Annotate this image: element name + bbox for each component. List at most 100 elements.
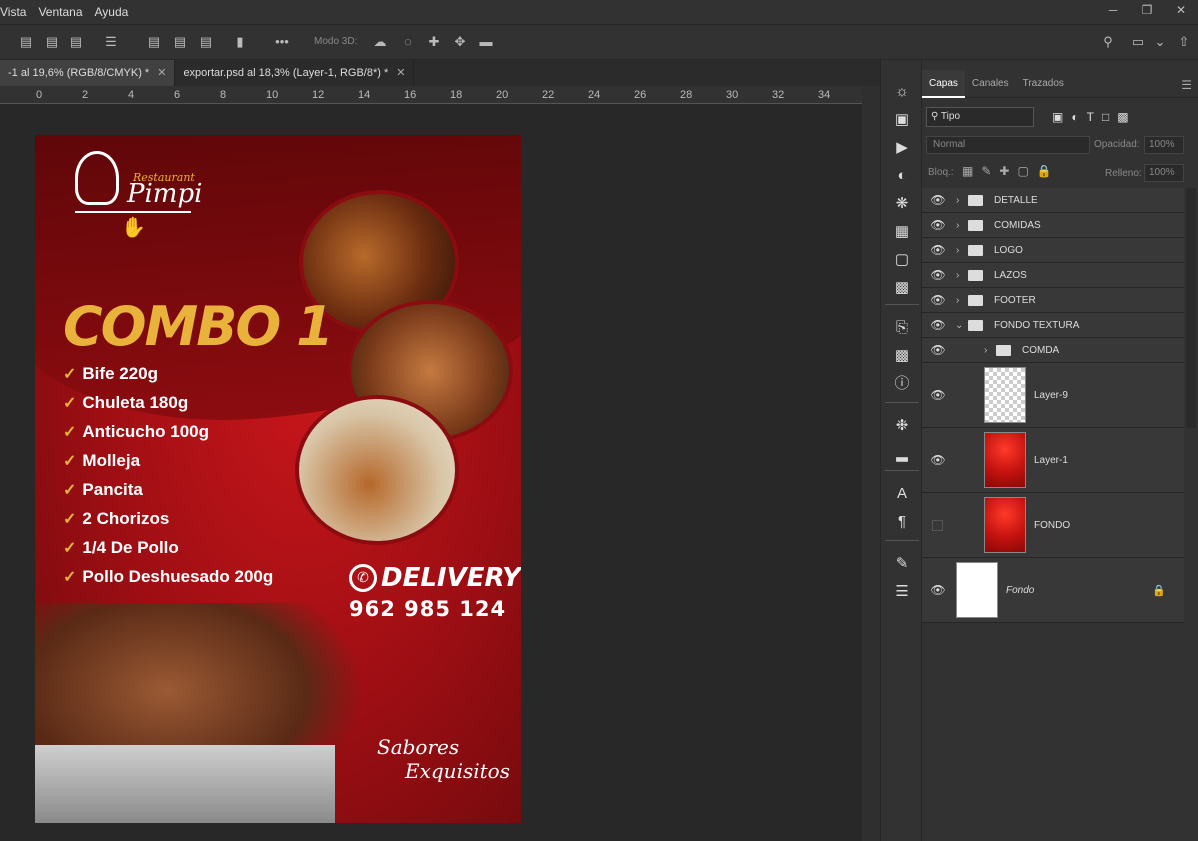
lock-artboard-icon[interactable]: ▢ (1017, 164, 1028, 178)
opacity-input[interactable]: 100% (1144, 136, 1184, 154)
adjustments-icon[interactable]: ◐ (892, 166, 912, 186)
chevron-down-icon[interactable]: ⌄ (955, 320, 963, 331)
layer-row[interactable]: 👁 › DETALLE (922, 188, 1184, 213)
layer-row[interactable]: 👁 Fondo 🔒 (922, 558, 1184, 623)
info-icon[interactable]: ⓘ (892, 374, 912, 394)
restore-icon[interactable]: ❐ (1130, 0, 1164, 20)
palette-icon[interactable]: ❋ (892, 194, 912, 214)
swatches-icon[interactable]: ▦ (892, 222, 912, 242)
search-icon[interactable]: ⚲ (1100, 34, 1116, 50)
visibility-toggle-off[interactable] (932, 519, 943, 531)
fill-input[interactable]: 100% (1144, 164, 1184, 182)
lock-pixels-icon[interactable]: ▦ (962, 164, 973, 178)
visibility-eye-icon[interactable]: 👁 (930, 268, 946, 282)
visibility-eye-icon[interactable]: 👁 (930, 243, 946, 257)
menu-vista[interactable]: Vista (0, 5, 26, 19)
image-filter-icon[interactable]: ▣ (1052, 110, 1063, 124)
align-top-icon[interactable]: ▤ (146, 34, 162, 50)
align-bottom-icon[interactable]: ▤ (198, 34, 214, 50)
tab-document-1[interactable]: -1 al 19,6% (RGB/8/CMYK) * ✕ (0, 60, 176, 86)
layer-row[interactable]: 👁 Layer-1 (922, 428, 1184, 493)
chevron-right-icon[interactable]: › (956, 220, 959, 231)
minimize-icon[interactable]: ─ (1096, 0, 1130, 20)
gradient-icon[interactable]: ▢ (892, 250, 912, 270)
brush-icon[interactable]: ✎ (892, 554, 912, 574)
layer-row[interactable]: 👁 › LOGO (922, 238, 1184, 263)
align-vcenter-icon[interactable]: ▤ (172, 34, 188, 50)
layer-row[interactable]: 👁 › COMDA (922, 338, 1184, 363)
menu-ayuda[interactable]: Ayuda (95, 5, 129, 19)
menu-ventana[interactable]: Ventana (38, 5, 82, 19)
libraries-icon[interactable]: ⎘ (892, 318, 912, 338)
visibility-eye-icon[interactable]: 👁 (930, 343, 946, 357)
character-icon[interactable]: A (892, 484, 912, 504)
share-icon[interactable]: ⇧ (1176, 34, 1192, 50)
tab-canales[interactable]: Canales (965, 70, 1016, 98)
tab-capas[interactable]: Capas (922, 70, 965, 98)
chevron-right-icon[interactable]: › (984, 345, 987, 356)
slide-3d-icon[interactable]: ✥ (452, 34, 468, 50)
horizontal-ruler[interactable]: 0 2 4 6 8 10 12 14 16 18 20 22 24 26 28 … (0, 86, 862, 104)
layer-row[interactable]: FONDO (922, 493, 1184, 558)
close-icon[interactable]: ✕ (1164, 0, 1198, 20)
pan-3d-icon[interactable]: ✚ (426, 34, 442, 50)
layer-row[interactable]: 👁 ⌄ FONDO TEXTURA (922, 313, 1184, 338)
smart-object-filter-icon[interactable]: ▩ (1117, 110, 1128, 124)
paragraph-icon[interactable]: ¶ (892, 512, 912, 532)
align-hcenter-icon[interactable]: ▤ (44, 34, 60, 50)
lightbulb-icon[interactable]: ☼ (892, 82, 912, 102)
visibility-eye-icon[interactable]: 👁 (930, 193, 946, 207)
layer-row[interactable]: 👁 › LAZOS (922, 263, 1184, 288)
camera-3d-icon[interactable]: ▬ (478, 34, 494, 50)
type-filter-icon[interactable]: T (1087, 110, 1094, 124)
chevron-right-icon[interactable]: › (956, 195, 959, 206)
patterns-icon[interactable]: ▩ (892, 278, 912, 298)
layer-thumbnail (984, 497, 1026, 553)
visibility-eye-icon[interactable]: 👁 (930, 318, 946, 332)
3d-icon[interactable]: ▩ (892, 346, 912, 366)
workspace-icon[interactable]: ▭ (1130, 34, 1146, 50)
panel-menu-icon[interactable]: ☰ (1181, 78, 1192, 92)
blend-mode-select[interactable]: Normal (926, 136, 1090, 154)
check-icon: ✓ (63, 365, 77, 383)
tab-document-2[interactable]: exportar.psd al 18,3% (Layer-1, RGB/8*) … (175, 60, 415, 86)
visibility-eye-icon[interactable]: 👁 (930, 583, 946, 597)
more-icon[interactable]: ••• (274, 34, 290, 50)
chevron-right-icon[interactable]: › (956, 245, 959, 256)
close-icon[interactable]: ✕ (396, 67, 405, 79)
play-icon[interactable]: ▶ (892, 138, 912, 158)
list-item: ✓ Chuleta 180g (63, 388, 273, 417)
visibility-eye-icon[interactable]: 👁 (930, 293, 946, 307)
panel-tabs: Capas Canales Trazados (922, 70, 1198, 98)
layer-row[interactable]: 👁 › FOOTER (922, 288, 1184, 313)
history-icon[interactable]: ▣ (892, 110, 912, 130)
align-right-icon[interactable]: ▤ (68, 34, 84, 50)
distribute-icon[interactable]: ☰ (103, 34, 119, 50)
align-left-icon[interactable]: ▤ (18, 34, 34, 50)
layer-row[interactable]: 👁 Layer-9 (922, 363, 1184, 428)
navigator-icon[interactable]: ❉ (892, 416, 912, 436)
close-icon[interactable]: ✕ (157, 67, 166, 79)
chevron-right-icon[interactable]: › (956, 295, 959, 306)
tab-trazados[interactable]: Trazados (1016, 70, 1071, 98)
roll-3d-icon[interactable]: ◌ (400, 34, 416, 50)
lock-brush-icon[interactable]: ✎ (981, 164, 991, 178)
lock-position-icon[interactable]: ✚ (999, 164, 1009, 178)
histogram-icon[interactable]: ▂ (892, 444, 912, 464)
visibility-eye-icon[interactable]: 👁 (930, 218, 946, 232)
distribute-spacing-icon[interactable]: ▮ (232, 34, 248, 50)
shape-filter-icon[interactable]: □ (1102, 110, 1109, 124)
vertical-scrollbar[interactable] (862, 86, 880, 841)
layers-scrollbar[interactable] (1186, 188, 1196, 428)
adjustment-filter-icon[interactable]: ◐ (1071, 110, 1078, 124)
orbit-3d-icon[interactable]: ☁ (372, 34, 388, 50)
visibility-eye-icon[interactable]: 👁 (930, 388, 946, 402)
layer-row[interactable]: 👁 › COMIDAS (922, 213, 1184, 238)
lock-all-icon[interactable]: 🔒 (1037, 164, 1052, 178)
chevron-right-icon[interactable]: › (956, 270, 959, 281)
visibility-eye-icon[interactable]: 👁 (930, 453, 946, 467)
chevron-down-icon[interactable]: ⌄ (1152, 34, 1168, 50)
poster-document[interactable]: Restaurant Pimpi ✋ COMBO 1 ✓ Bife 220g ✓ C… (35, 135, 521, 823)
layer-filter-select[interactable]: ⚲ Tipo (926, 107, 1034, 127)
properties-icon[interactable]: ☰ (892, 582, 912, 602)
